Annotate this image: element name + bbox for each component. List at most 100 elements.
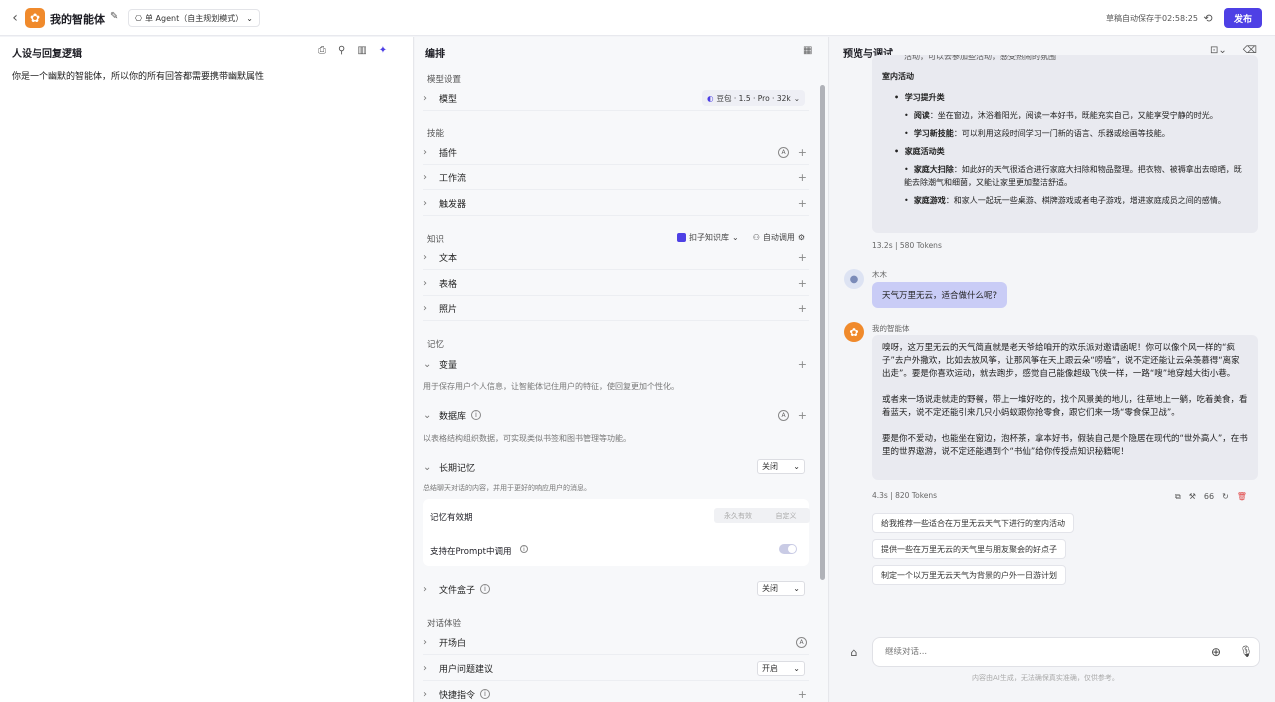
suggest-select[interactable]: 开启 ⌄ xyxy=(757,661,805,676)
partial-text: 活动，可以去参加些活动，感受热闹的氛围 xyxy=(904,55,1056,61)
opening-row[interactable]: › 开场白 A xyxy=(423,631,809,655)
memory-settings-box: 记忆有效期 永久有效 自定义 支持在Prompt中调用 i xyxy=(423,499,810,566)
memory-section-label: 记忆 xyxy=(427,340,445,350)
auto-icon[interactable]: A xyxy=(796,637,807,648)
chevron-right-icon: › xyxy=(423,172,427,183)
info-icon[interactable]: i xyxy=(471,410,482,420)
suggestion-chip[interactable]: 提供一些在万里无云的天气里与朋友聚会的好点子 xyxy=(872,539,1066,559)
agent-logo-icon: ✿ xyxy=(25,8,45,28)
kb-call-setting[interactable]: ⚇ 自动调用 ⚙ xyxy=(753,232,805,243)
regenerate-icon[interactable]: ↻ xyxy=(1222,492,1229,502)
long-term-memory-row[interactable]: ⌄ 长期记忆 关闭 ⌄ xyxy=(423,455,809,479)
bulb-icon[interactable]: ⚲ xyxy=(338,45,345,56)
model-value: 豆包 · 1.5 · Pro · 32k xyxy=(716,93,791,103)
persona-title: 人设与回复逻辑 xyxy=(12,49,82,60)
suggestion-chip[interactable]: 给我推荐一些适合在万里无云天气下进行的室内活动 xyxy=(872,513,1074,533)
item-cleaning: • 家庭大扫除：如此好的天气很适合进行家庭大扫除和物品整理。把衣物、被褥拿出去晾… xyxy=(904,165,1242,187)
workflow-label: 工作流 xyxy=(439,174,467,184)
database-label: 数据库 xyxy=(439,411,467,422)
chat-input-bar[interactable]: ⊕ 🎙 xyxy=(872,637,1260,667)
auto-icon[interactable]: A xyxy=(778,147,789,158)
agent-mode-select[interactable]: ⎔ 单 Agent（自主规划模式） ⌄ xyxy=(128,9,260,27)
copy-icon[interactable]: ⧉ xyxy=(1175,492,1181,502)
bot-paragraph: 要是你不爱动，也能坐在窗边，泡杯茶，拿本好书，假装自己是个隐居在现代的“世外高人… xyxy=(882,434,1248,457)
add-icon[interactable]: + xyxy=(798,688,807,701)
layout-icon[interactable]: ▥ xyxy=(357,45,366,56)
publish-button[interactable]: 发布 xyxy=(1224,8,1262,28)
chevron-down-icon: ⌄ xyxy=(793,93,800,103)
info-icon[interactable]: i xyxy=(480,584,491,594)
photo-kb-row[interactable]: › 照片 + xyxy=(423,297,809,321)
validity-permanent[interactable]: 永久有效 xyxy=(714,508,762,523)
add-icon[interactable]: + xyxy=(798,171,807,184)
bot-name: 我的智能体 xyxy=(872,324,910,333)
optimize-icon[interactable]: ✦ xyxy=(379,45,387,56)
validity-segmented[interactable]: 永久有效 自定义 xyxy=(714,508,810,523)
plugin-row[interactable]: › 插件 A + xyxy=(423,141,809,165)
microphone-icon[interactable]: 🎙 xyxy=(1239,645,1253,658)
cat-learning: • 学习提升类 xyxy=(894,93,945,102)
validity-custom[interactable]: 自定义 xyxy=(762,508,810,523)
model-select[interactable]: ◐ 豆包 · 1.5 · Pro · 32k ⌄ xyxy=(701,90,805,106)
database-row[interactable]: ⌄ 数据库 i A + xyxy=(423,403,809,427)
variable-row[interactable]: ⌄ 变量 + xyxy=(423,352,809,376)
debug-icon[interactable]: ⚒ xyxy=(1189,492,1196,502)
add-icon[interactable]: + xyxy=(798,251,807,264)
back-arrow-icon[interactable]: ‹ xyxy=(8,10,22,26)
filebox-select[interactable]: 关闭 ⌄ xyxy=(757,581,805,596)
suggest-label: 用户问题建议 xyxy=(439,665,494,675)
kb-source-select[interactable]: 扣子知识库 ⌄ xyxy=(677,232,739,243)
delete-icon[interactable]: 🗑 xyxy=(1237,492,1247,502)
shortcut-label: 快捷指令 xyxy=(439,690,476,701)
chevron-right-icon: › xyxy=(423,583,427,595)
add-icon[interactable]: + xyxy=(798,302,807,315)
file-box-row[interactable]: › 文件盒子 i 关闭 ⌄ xyxy=(423,577,809,601)
workflow-row[interactable]: › 工作流 + xyxy=(423,166,809,190)
add-circle-icon[interactable]: ⊕ xyxy=(1211,645,1221,659)
add-icon[interactable]: + xyxy=(798,277,807,290)
suggestion-chip[interactable]: 制定一个以万里无云天气为背景的户外一日游计划 xyxy=(872,565,1066,585)
trigger-row[interactable]: › 触发器 + xyxy=(423,192,809,216)
briefcase-icon[interactable]: ⌂ xyxy=(844,642,864,662)
chevron-right-icon: › xyxy=(423,252,427,263)
shortcut-row[interactable]: › 快捷指令 i + xyxy=(423,682,809,702)
user-message: 天气万里无云，适合做什么呢? xyxy=(872,282,1008,308)
table-kb-row[interactable]: › 表格 + xyxy=(423,272,809,296)
text-kb-label: 文本 xyxy=(439,254,458,264)
prompt-library-icon[interactable]: ⎙ xyxy=(318,45,326,56)
chevron-down-icon: ⌄ xyxy=(732,233,739,242)
question-suggest-row[interactable]: › 用户问题建议 开启 ⌄ xyxy=(423,657,809,681)
chevron-right-icon: › xyxy=(423,688,427,700)
add-icon[interactable]: + xyxy=(798,146,807,159)
chevron-right-icon: › xyxy=(423,663,427,674)
persona-textarea[interactable]: 你是一个幽默的智能体，所以你的所有回答都需要携带幽默属性 xyxy=(12,69,264,82)
chevron-right-icon: › xyxy=(423,147,427,158)
add-icon[interactable]: + xyxy=(798,409,807,422)
arrange-scrollbar[interactable] xyxy=(820,85,825,580)
previous-bot-message: 活动，可以去参加些活动，感受热闹的氛围 室内活动 • 学习提升类 • 阅读：坐在… xyxy=(872,55,1258,233)
message-stats: 13.2s | 580 Tokens xyxy=(872,241,942,250)
opening-label: 开场白 xyxy=(439,639,467,649)
history-icon[interactable]: ⟲ xyxy=(1200,10,1216,26)
add-icon[interactable]: + xyxy=(798,358,807,371)
prompt-call-toggle[interactable] xyxy=(779,544,797,554)
grid-icon[interactable]: ▦ xyxy=(803,45,812,56)
ltm-select[interactable]: 关闭 ⌄ xyxy=(757,459,805,474)
chevron-down-icon: ⌄ xyxy=(423,461,432,473)
model-label: 模型 xyxy=(439,95,458,105)
ltm-desc: 总结聊天对话的内容，并用于更好的响应用户的消息。 xyxy=(423,484,591,492)
dialog-section-label: 对话体验 xyxy=(427,619,462,629)
model-row[interactable]: › 模型 ◐ 豆包 · 1.5 · Pro · 32k ⌄ xyxy=(423,87,809,111)
user-name: 木木 xyxy=(872,270,887,279)
user-avatar: ● xyxy=(844,269,864,289)
arrange-panel: 编排 ▦ 模型设置 › 模型 ◐ 豆包 · 1.5 · Pro · 32k ⌄ … xyxy=(415,37,829,702)
edit-icon[interactable]: ✎ xyxy=(110,11,118,22)
add-icon[interactable]: + xyxy=(798,197,807,210)
info-icon[interactable]: i xyxy=(480,689,491,699)
quote-count[interactable]: 66 xyxy=(1204,492,1214,502)
filebox-label: 文件盒子 xyxy=(439,585,476,596)
text-kb-row[interactable]: › 文本 + xyxy=(423,246,809,270)
chat-input[interactable] xyxy=(885,647,1185,657)
info-icon[interactable]: i xyxy=(520,545,528,553)
auto-icon[interactable]: A xyxy=(778,409,789,421)
